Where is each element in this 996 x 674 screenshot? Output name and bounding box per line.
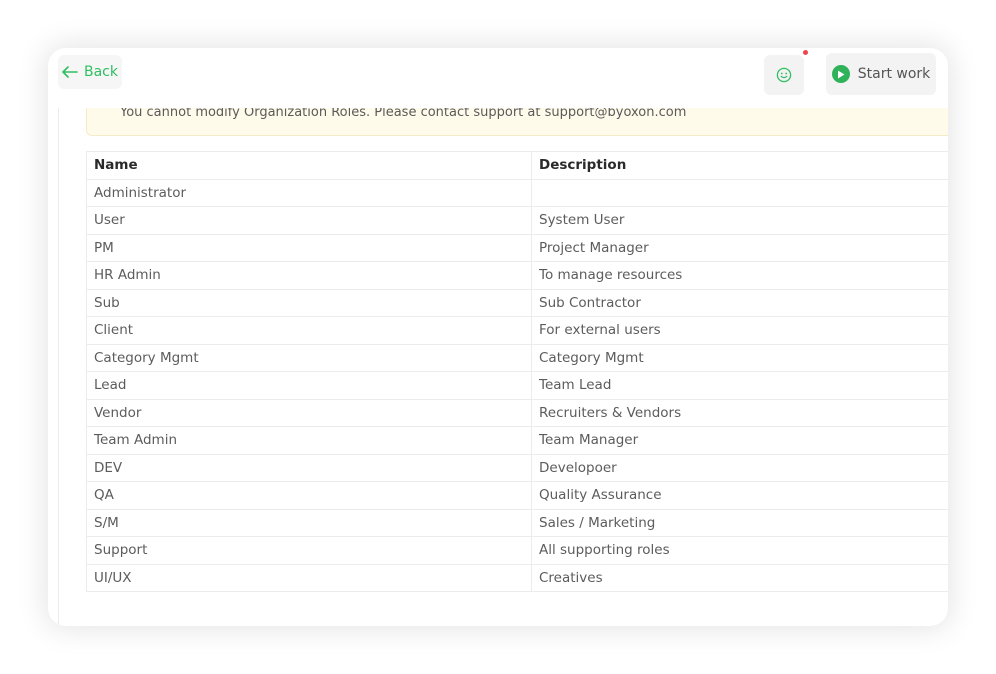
role-description-cell <box>531 178 948 207</box>
role-description-cell: System User <box>531 206 948 235</box>
smile-icon <box>776 67 792 83</box>
table-row[interactable]: Vendor Recruiters & Vendors <box>86 398 948 427</box>
role-description-cell: Category Mgmt <box>531 343 948 372</box>
role-description-cell: Developoer <box>531 453 948 482</box>
role-name-cell: S/M <box>86 508 532 537</box>
role-name-cell: Vendor <box>86 398 532 427</box>
role-description-cell: Recruiters & Vendors <box>531 398 948 427</box>
back-button-label: Back <box>84 64 118 80</box>
mood-button[interactable] <box>764 55 804 95</box>
role-name-cell: Administrator <box>86 178 532 207</box>
arrow-left-icon <box>62 66 78 78</box>
role-description-cell: Team Manager <box>531 426 948 455</box>
table-row[interactable]: Lead Team Lead <box>86 371 948 400</box>
role-description-cell: All supporting roles <box>531 536 948 565</box>
back-button[interactable]: Back <box>58 55 122 89</box>
roles-table-body: Administrator User System User PM Project Ma… <box>86 178 948 592</box>
role-name-cell: Team Admin <box>86 426 532 455</box>
role-description-cell: Sub Contractor <box>531 288 948 317</box>
notification-dot <box>803 50 808 55</box>
role-name-cell: Client <box>86 316 532 345</box>
role-name-cell: Support <box>86 536 532 565</box>
role-description-cell: Team Lead <box>531 371 948 400</box>
column-header-description: Description <box>531 151 948 180</box>
role-name-cell: DEV <box>86 453 532 482</box>
role-name-cell: Lead <box>86 371 532 400</box>
role-name-cell: User <box>86 206 532 235</box>
table-row[interactable]: HR Admin To manage resources <box>86 261 948 290</box>
table-row[interactable]: S/M Sales / Marketing <box>86 508 948 537</box>
table-header-row: Name Description <box>86 151 948 180</box>
table-row[interactable]: Client For external users <box>86 316 948 345</box>
table-row[interactable]: PM Project Manager <box>86 233 948 262</box>
role-description-cell: For external users <box>531 316 948 345</box>
start-work-button[interactable]: Start work <box>826 53 936 95</box>
role-description-cell: Sales / Marketing <box>531 508 948 537</box>
left-divider <box>58 108 59 626</box>
roles-table: Name Description Administrator User System… <box>86 151 948 592</box>
app-window: You cannot modify Organization Roles. Pl… <box>48 48 948 626</box>
role-description-cell: Quality Assurance <box>531 481 948 510</box>
table-row[interactable]: Category Mgmt Category Mgmt <box>86 343 948 372</box>
top-bar: Back Start work <box>48 48 948 108</box>
start-work-label: Start work <box>857 66 931 82</box>
table-row[interactable]: DEV Developoer <box>86 453 948 482</box>
table-row[interactable]: UI/UX Creatives <box>86 563 948 592</box>
role-description-cell: Project Manager <box>531 233 948 262</box>
table-row[interactable]: QA Quality Assurance <box>86 481 948 510</box>
table-row[interactable]: Administrator <box>86 178 948 207</box>
role-name-cell: UI/UX <box>86 563 532 592</box>
role-description-cell: To manage resources <box>531 261 948 290</box>
role-name-cell: Sub <box>86 288 532 317</box>
role-name-cell: PM <box>86 233 532 262</box>
role-name-cell: QA <box>86 481 532 510</box>
role-description-cell: Creatives <box>531 563 948 592</box>
role-name-cell: HR Admin <box>86 261 532 290</box>
table-row[interactable]: Team Admin Team Manager <box>86 426 948 455</box>
table-row[interactable]: Sub Sub Contractor <box>86 288 948 317</box>
table-row[interactable]: User System User <box>86 206 948 235</box>
column-header-name: Name <box>86 151 532 180</box>
table-row[interactable]: Support All supporting roles <box>86 536 948 565</box>
play-icon <box>831 65 850 83</box>
role-name-cell: Category Mgmt <box>86 343 532 372</box>
